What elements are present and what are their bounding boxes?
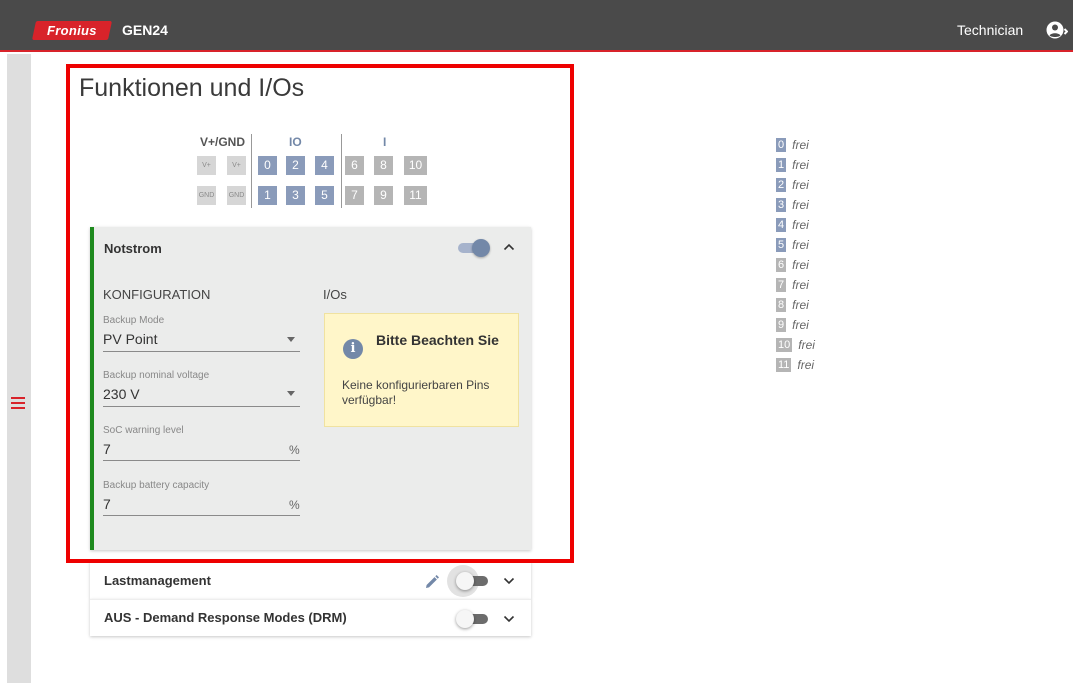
- list-item: 4 frei: [776, 218, 809, 233]
- pin-number: 8: [776, 298, 787, 312]
- pin-number: 0: [776, 138, 787, 152]
- lastmanagement-toggle[interactable]: [456, 572, 490, 590]
- drm-title[interactable]: AUS - Demand Response Modes (DRM): [104, 610, 347, 625]
- pin-number: 9: [776, 318, 787, 332]
- user-name[interactable]: Technician: [957, 22, 1023, 38]
- pin-number: 1: [776, 158, 787, 172]
- list-item: 10 frei: [776, 338, 815, 353]
- user-account-icon[interactable]: [1046, 20, 1068, 40]
- list-item: 9 frei: [776, 318, 809, 333]
- pin-number: 6: [776, 258, 787, 272]
- pin-state: frei: [792, 258, 809, 272]
- pin-state: frei: [792, 298, 809, 312]
- pin-number: 2: [776, 178, 787, 192]
- pin-state: frei: [792, 198, 809, 212]
- pin-number: 10: [776, 338, 793, 352]
- logo-text: Fronius: [47, 23, 97, 38]
- side-rail: [7, 54, 31, 683]
- drm-toggle[interactable]: [456, 610, 490, 628]
- pin-number: 4: [776, 218, 787, 232]
- pin-state: frei: [792, 178, 809, 192]
- pin-number: 3: [776, 198, 787, 212]
- lastmanagement-title[interactable]: Lastmanagement: [104, 573, 211, 588]
- fronius-logo[interactable]: Fronius: [31, 21, 113, 40]
- pin-state: frei: [792, 278, 809, 292]
- list-item: 11 frei: [776, 358, 814, 373]
- list-item: 0 frei: [776, 138, 809, 153]
- pin-state: frei: [798, 338, 815, 352]
- pin-number: 11: [776, 358, 792, 372]
- list-item: 6 frei: [776, 258, 809, 273]
- pin-state: frei: [792, 158, 809, 172]
- pin-state: frei: [792, 238, 809, 252]
- top-bar: Fronius GEN24 Technician: [0, 0, 1073, 52]
- list-item: 8 frei: [776, 298, 809, 313]
- edit-icon[interactable]: [424, 574, 440, 590]
- chevron-down-icon[interactable]: [503, 577, 515, 585]
- list-item: 1 frei: [776, 158, 809, 173]
- list-item: 3 frei: [776, 198, 809, 213]
- menu-icon[interactable]: [11, 397, 25, 409]
- list-item: 2 frei: [776, 178, 809, 193]
- pin-state: frei: [792, 318, 809, 332]
- pin-state: frei: [797, 358, 815, 372]
- pin-number: 5: [776, 238, 787, 252]
- list-item: 7 frei: [776, 278, 809, 293]
- pin-state: frei: [792, 218, 809, 232]
- pin-number: 7: [776, 278, 787, 292]
- pin-state: frei: [792, 138, 809, 152]
- chevron-down-icon[interactable]: [503, 615, 515, 623]
- highlight-frame: [66, 64, 574, 563]
- app-name: GEN24: [122, 22, 168, 38]
- list-item: 5 frei: [776, 238, 809, 253]
